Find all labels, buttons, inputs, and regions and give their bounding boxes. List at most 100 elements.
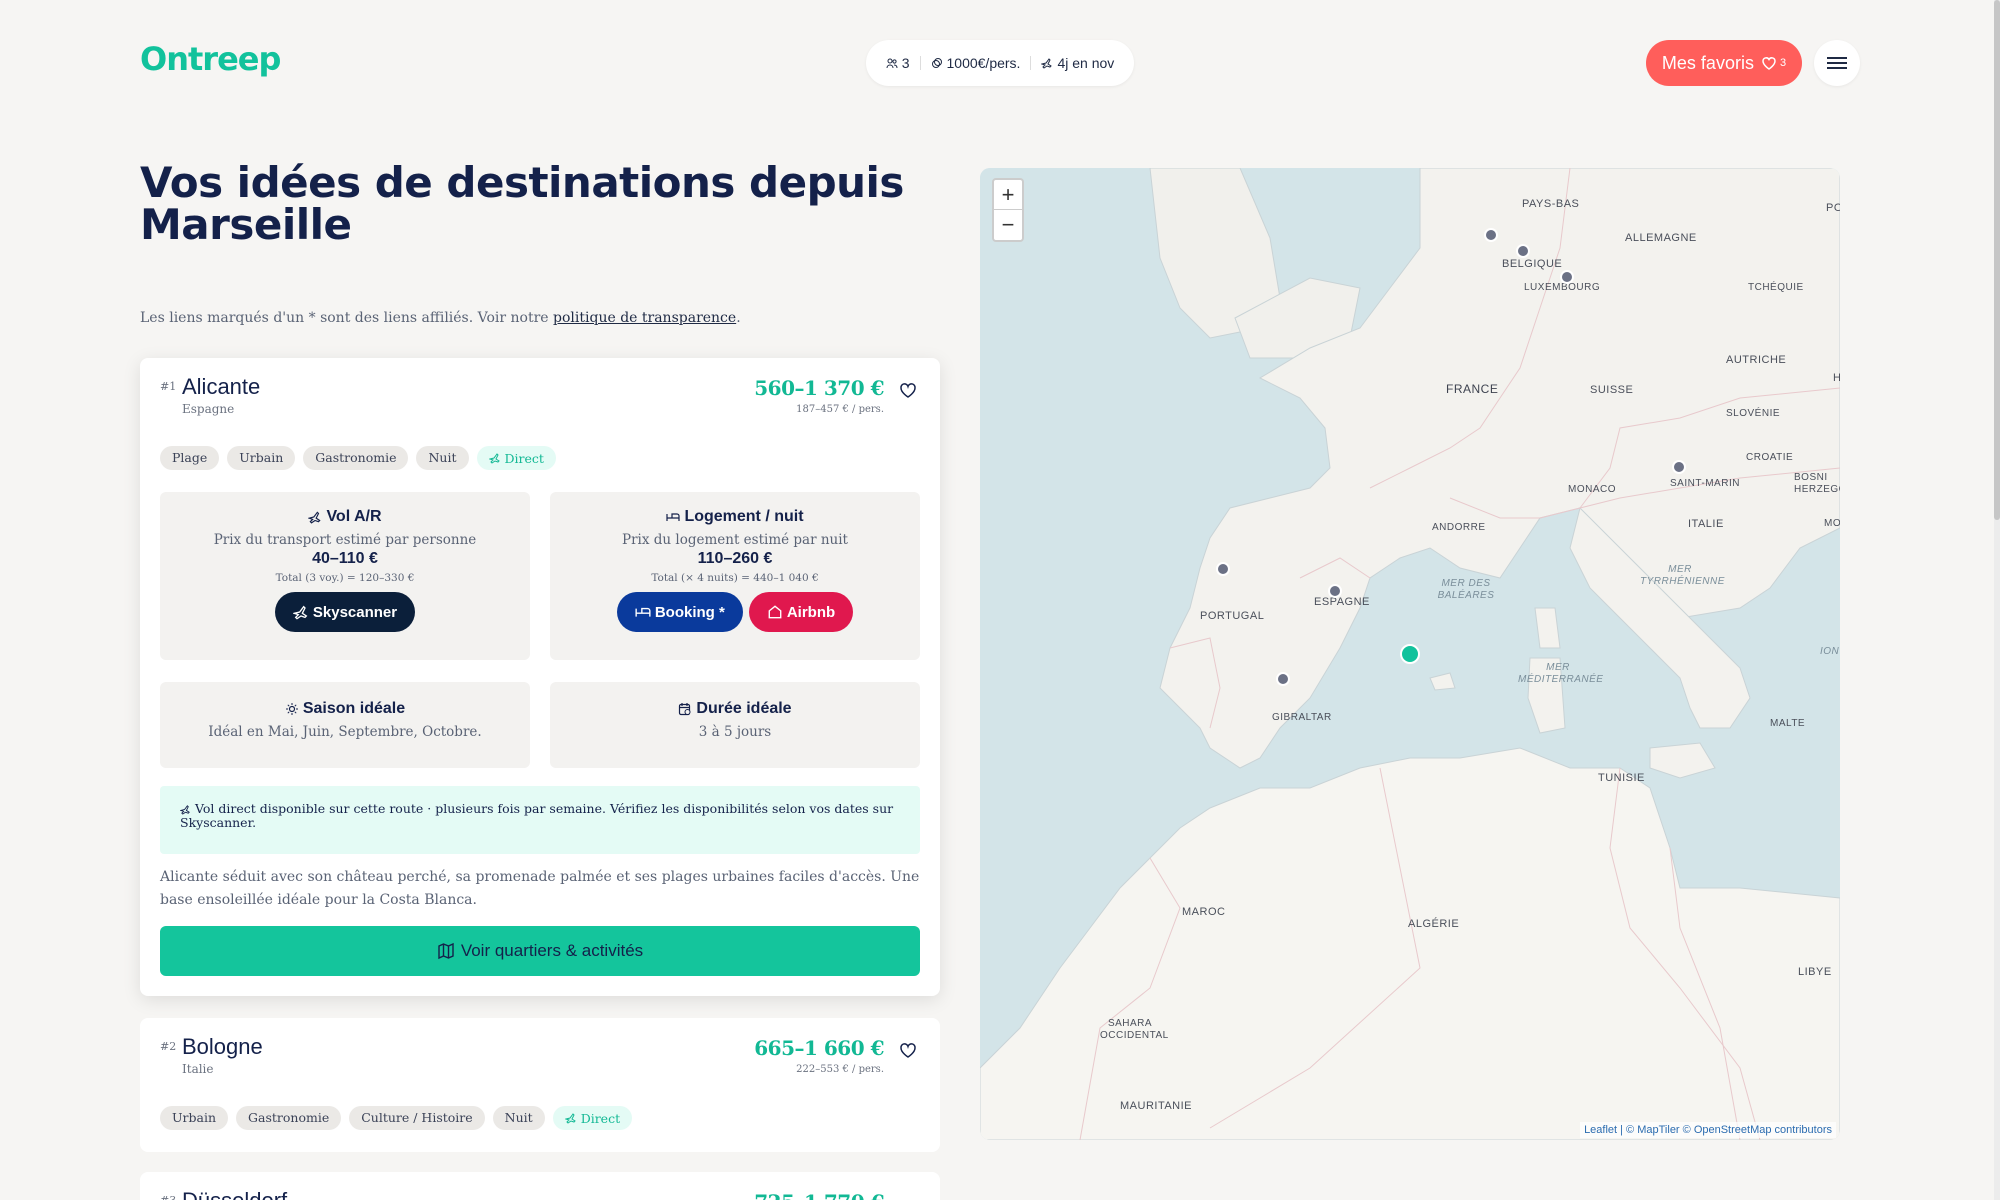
country-name: Espagne xyxy=(182,402,235,416)
flight-box: Vol A/R Prix du transport estimé par per… xyxy=(160,492,530,660)
lodging-title-text: Logement / nuit xyxy=(684,508,804,525)
scrollbar-thumb[interactable] xyxy=(1994,0,2000,520)
destination-card-dusseldorf[interactable]: #3 Düsseldorf 725–1 770 € xyxy=(140,1172,940,1200)
direct-label: Direct xyxy=(580,1110,621,1126)
map-label: PORTUGAL xyxy=(1200,610,1265,622)
plane-icon xyxy=(564,1113,576,1124)
zoom-out-button[interactable]: − xyxy=(994,210,1022,240)
season-title-text: Saison idéale xyxy=(302,700,406,717)
destination-pin[interactable] xyxy=(1276,672,1290,686)
map-attribution[interactable]: Leaflet | © MapTiler © OpenStreetMap con… xyxy=(1580,1122,1836,1138)
tag: Nuit xyxy=(492,1106,545,1130)
map-label: PO xyxy=(1826,202,1840,214)
price-per-person: 222–553 € / pers. xyxy=(796,1064,884,1075)
divider xyxy=(919,56,921,70)
destination-card-alicante[interactable]: #1 Alicante Espagne 560–1 370 € 187–457 … xyxy=(140,358,940,996)
country-name: Italie xyxy=(182,1062,214,1076)
plane-icon xyxy=(1041,58,1053,69)
lodging-box: Logement / nuit Prix du logement estimé … xyxy=(550,492,920,660)
affiliate-end: . xyxy=(736,310,741,326)
divider xyxy=(1030,56,1032,70)
heart-icon xyxy=(1762,57,1776,70)
menu-button[interactable] xyxy=(1814,40,1860,86)
trip-summary-pill[interactable]: 3 1000€/pers. 4j en nov xyxy=(866,40,1134,86)
season-title: Saison idéale xyxy=(160,700,530,718)
lodging-subtitle: Prix du logement estimé par nuit xyxy=(622,532,848,548)
page-scrollbar[interactable] xyxy=(1994,0,2000,1200)
destination-card-bologne[interactable]: #2 Bologne Italie 665–1 660 € 222–553 € … xyxy=(140,1018,940,1152)
tag: Gastronomie xyxy=(303,446,409,470)
direct-flight-notice: Vol direct disponible sur cette route · … xyxy=(160,786,920,854)
map-label: FRANCE xyxy=(1446,382,1499,396)
flight-subtitle: Prix du transport estimé par personne xyxy=(213,532,477,548)
city-name: Alicante xyxy=(182,374,261,399)
favorite-heart-icon[interactable] xyxy=(898,380,918,400)
map-label: TCHÉQUIE xyxy=(1748,282,1804,293)
notice-text: Vol direct disponible sur cette route · … xyxy=(180,801,894,830)
destination-description: Alicante séduit avec son château perché,… xyxy=(160,869,920,908)
rank-label: #3 xyxy=(160,1194,176,1200)
affiliate-notice: Les liens marqués d'un * sont des liens … xyxy=(140,310,741,326)
map-label: LUXEMBOURG xyxy=(1524,282,1601,293)
travellers-count: 3 xyxy=(901,55,910,71)
rank-label: #2 xyxy=(160,1040,177,1053)
map-label: SLOVÉNIE xyxy=(1726,408,1781,419)
bed-icon xyxy=(666,513,681,521)
map-label: ITALIE xyxy=(1688,518,1724,530)
page-title: Vos idées de destinations depuis Marseil… xyxy=(140,158,904,249)
favorites-button[interactable]: Mes favoris 3 xyxy=(1646,40,1802,86)
map-label: MAURITANIE xyxy=(1120,1100,1193,1112)
plane-icon xyxy=(292,605,308,620)
total-price: 665–1 660 € xyxy=(754,1036,884,1060)
skyscanner-button[interactable]: Skyscanner xyxy=(274,592,416,632)
map-label: MER MÉDITERRANÉE xyxy=(1518,662,1604,685)
booking-button[interactable]: Booking * xyxy=(616,592,743,632)
transparency-policy-link[interactable]: politique de transparence xyxy=(553,310,736,326)
destination-pin[interactable] xyxy=(1672,460,1686,474)
destination-pin[interactable] xyxy=(1516,244,1530,258)
destination-pin[interactable] xyxy=(1328,584,1342,598)
city-name: Bologne xyxy=(182,1034,263,1059)
plane-icon xyxy=(308,511,322,524)
duration-title-text: Durée idéale xyxy=(696,700,792,717)
total-price: 560–1 370 € xyxy=(754,376,884,400)
duration-box: Durée idéale 3 à 5 jours xyxy=(550,682,920,768)
tag: Urbain xyxy=(160,1106,229,1130)
destination-pin[interactable] xyxy=(1484,228,1498,242)
price-per-person: 187–457 € / pers. xyxy=(796,404,884,415)
sun-icon xyxy=(285,703,298,715)
map-label: ESPAGNE xyxy=(1314,596,1370,608)
view-neighborhoods-button[interactable]: Voir quartiers & activités xyxy=(160,926,920,976)
zoom-in-button[interactable]: + xyxy=(994,180,1022,210)
destinations-map[interactable]: + − PAYS-BAS ALLEMAGNE BELGIQUE LUXEMBOU… xyxy=(980,168,1840,1140)
destination-pin[interactable] xyxy=(1560,270,1574,284)
map-label: LIBYE xyxy=(1798,966,1832,978)
duration-segment: 4j en nov xyxy=(1041,55,1114,71)
duration-value: 4j en nov xyxy=(1057,55,1115,71)
plane-icon xyxy=(488,453,500,464)
season-text: Idéal en Mai, Juin, Septembre, Octobre. xyxy=(208,724,482,740)
direct-tag: Direct xyxy=(552,1106,633,1130)
tag: Culture / Histoire xyxy=(349,1106,485,1130)
direct-tag: Direct xyxy=(476,446,556,470)
destination-pin-active[interactable] xyxy=(1400,644,1420,664)
city-name: Düsseldorf xyxy=(182,1188,287,1200)
destination-pin[interactable] xyxy=(1216,562,1230,576)
map-label: H xyxy=(1833,372,1840,384)
booking-label: Booking * xyxy=(654,603,725,621)
lodging-title: Logement / nuit xyxy=(550,508,920,526)
map-label: MER DES BALÉARES xyxy=(1437,578,1495,601)
map-label: PAYS-BAS xyxy=(1522,198,1580,210)
map-label: GIBRALTAR xyxy=(1272,712,1332,723)
ontreep-logo[interactable]: Ontreep xyxy=(140,40,281,78)
duration-title: Durée idéale xyxy=(550,700,920,718)
map-label: MO xyxy=(1824,518,1840,529)
tag: Gastronomie xyxy=(236,1106,342,1130)
tag: Urbain xyxy=(227,446,296,470)
airbnb-button[interactable]: Airbnb xyxy=(748,592,854,632)
tag: Nuit xyxy=(416,446,469,470)
map-label: TUNISIE xyxy=(1598,772,1645,784)
plane-icon xyxy=(179,805,190,815)
favorite-heart-icon[interactable] xyxy=(898,1040,918,1060)
coins-icon xyxy=(931,58,942,68)
